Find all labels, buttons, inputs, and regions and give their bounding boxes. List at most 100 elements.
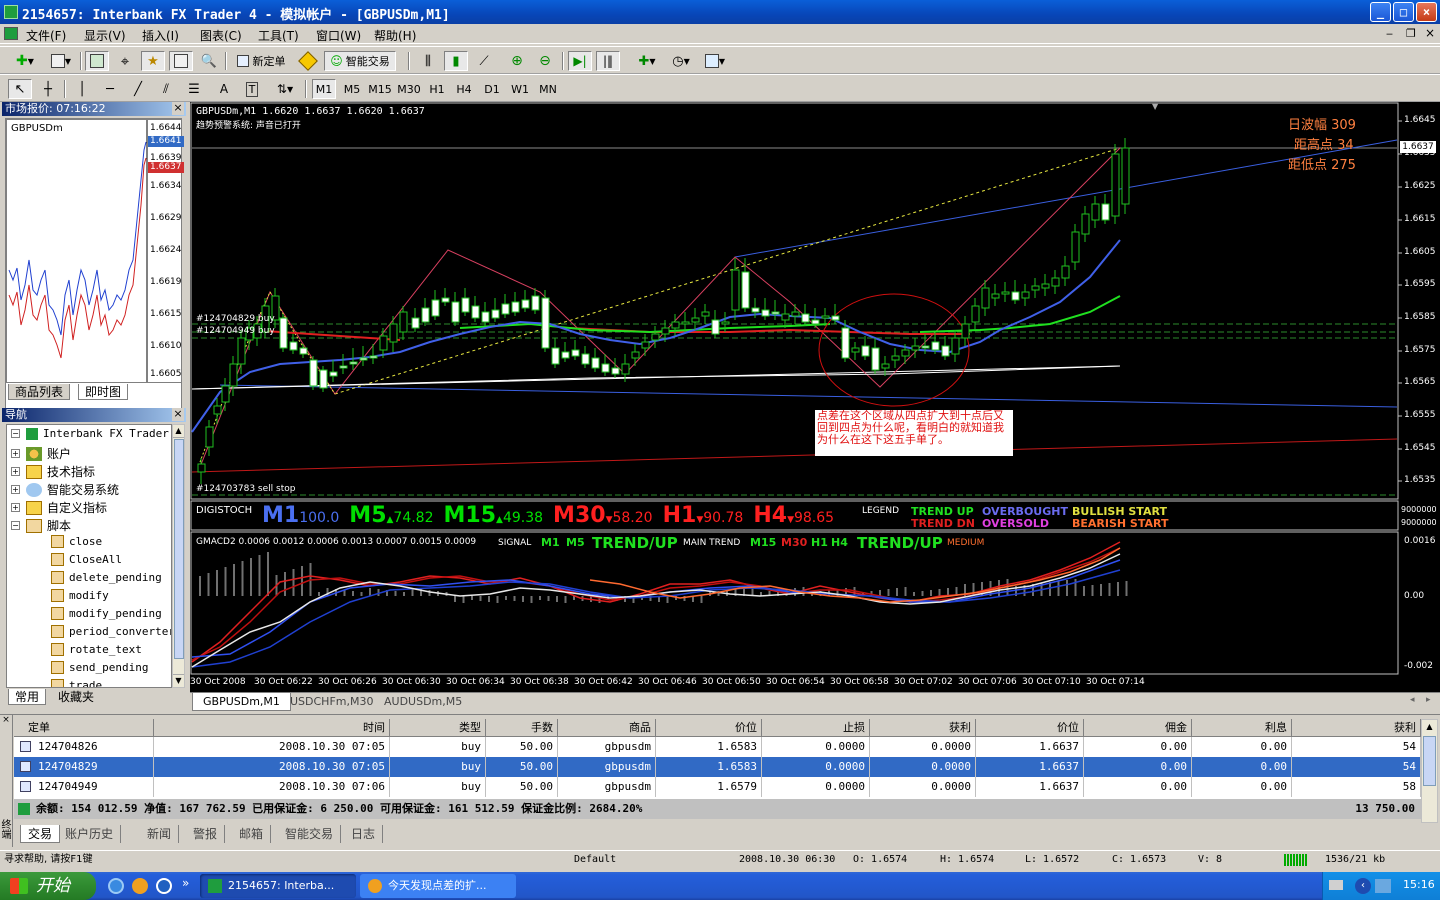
trendline-tool[interactable]: ╱ bbox=[126, 79, 150, 99]
tab-favorites[interactable]: 收藏夹 bbox=[52, 689, 100, 705]
channel-tool[interactable]: ⫽ bbox=[154, 79, 178, 99]
connection-icon[interactable] bbox=[1284, 854, 1308, 866]
column-header[interactable]: 价位 bbox=[976, 719, 1084, 737]
nav-script-send-pending[interactable]: send_pending bbox=[51, 661, 148, 674]
menu-file[interactable]: 文件(F) bbox=[26, 27, 66, 44]
chart-tab-audusd[interactable]: AUDUSDm,M5 bbox=[384, 693, 462, 711]
text-label-tool[interactable]: T bbox=[240, 79, 264, 99]
autoscroll-button[interactable]: ▶| bbox=[568, 51, 592, 71]
column-header[interactable]: 时间 bbox=[154, 719, 390, 737]
table-row[interactable]: 124704826 2008.10.30 07:05 buy 50.00 gbpusdm… bbox=[14, 737, 1421, 757]
terminal-tab-2[interactable]: 新闻 bbox=[140, 825, 180, 843]
chart-annotation[interactable]: 点差在这个区域从四点扩大到十点后又回到四点为什么呢，看明白的就知道我为什么在这下… bbox=[815, 410, 1013, 456]
cursor-tool[interactable]: ↖ bbox=[8, 79, 32, 99]
mdi-restore-button[interactable]: ❐ bbox=[1406, 27, 1416, 40]
order-label-124704949[interactable]: #124704949 buy bbox=[196, 326, 275, 336]
menu-view[interactable]: 显示(V) bbox=[84, 27, 126, 44]
table-row[interactable]: 124704829 2008.10.30 07:05 buy 50.00 gbpusdm… bbox=[14, 757, 1421, 777]
column-header[interactable]: 获利 bbox=[1292, 719, 1421, 737]
expert-advisors-button[interactable]: ☺ 智能交易 bbox=[324, 51, 396, 71]
maximize-button[interactable]: □ bbox=[1393, 2, 1414, 22]
menu-window[interactable]: 窗口(W) bbox=[316, 27, 361, 44]
periods-button[interactable]: ◷ ▼ bbox=[666, 51, 696, 71]
menu-insert[interactable]: 插入(I) bbox=[142, 27, 179, 44]
table-row[interactable]: 124704949 2008.10.30 07:06 buy 50.00 gbpusdm… bbox=[14, 777, 1421, 797]
browser-icon[interactable] bbox=[132, 878, 148, 894]
navigator-close-button[interactable]: × bbox=[172, 408, 184, 421]
terminal-tab-0[interactable]: 交易 bbox=[20, 825, 61, 843]
fibonacci-tool[interactable]: ☰ bbox=[182, 79, 206, 99]
menu-tools[interactable]: 工具(T) bbox=[258, 27, 299, 44]
navigator-toggle[interactable]: ★ bbox=[141, 51, 165, 71]
templates-button[interactable]: ▼ bbox=[700, 51, 730, 71]
menu-help[interactable]: 帮助(H) bbox=[374, 27, 416, 44]
chart-window[interactable]: GBPUSDm,M1 1.6620 1.6637 1.6620 1.6637 趋… bbox=[190, 102, 1440, 692]
close-button[interactable]: × bbox=[1416, 2, 1437, 22]
tray-expand-icon[interactable]: ‹ bbox=[1355, 878, 1371, 894]
chart-canvas[interactable] bbox=[190, 102, 1440, 692]
strategy-tester-button[interactable]: 🔍 bbox=[197, 51, 221, 71]
metaeditor-button[interactable] bbox=[296, 51, 320, 71]
market-watch-close-button[interactable]: × bbox=[172, 102, 184, 115]
nav-root[interactable]: − Interbank FX Trader 4 bbox=[11, 427, 171, 440]
tab-common[interactable]: 常用 bbox=[8, 689, 47, 705]
period-m1[interactable]: M1 bbox=[312, 79, 336, 99]
mdi-close-button[interactable]: × bbox=[1425, 26, 1435, 40]
order-label-124704829[interactable]: #124704829 buy bbox=[196, 314, 275, 324]
data-window-button[interactable]: ⌖ bbox=[113, 51, 137, 71]
horizontal-line-tool[interactable]: ─ bbox=[98, 79, 122, 99]
crosshair-tool[interactable]: ┼ bbox=[36, 79, 60, 99]
tab-symbols[interactable]: 商品列表 bbox=[8, 384, 71, 400]
app-icon[interactable] bbox=[4, 5, 18, 19]
task-mt4[interactable]: 2154657: Interba... bbox=[200, 874, 356, 898]
nav-script-period-converter[interactable]: period_converter bbox=[51, 625, 171, 638]
terminal-tab-1[interactable]: 账户历史 bbox=[58, 825, 122, 843]
terminal-scrollbar[interactable]: ▲ bbox=[1421, 719, 1438, 823]
new-order-button[interactable]: 新定单 bbox=[229, 51, 293, 71]
period-mn[interactable]: MN bbox=[536, 79, 560, 99]
chart-tab-scroll-left[interactable]: ◂ bbox=[1410, 695, 1415, 705]
candlestick-button[interactable]: ▮ bbox=[444, 51, 468, 71]
period-m5[interactable]: M5 bbox=[340, 79, 364, 99]
menu-charts[interactable]: 图表(C) bbox=[200, 27, 242, 44]
column-header[interactable]: 类型 bbox=[390, 719, 486, 737]
terminal-tab-3[interactable]: 警报 bbox=[186, 825, 226, 843]
column-header[interactable]: 商品 bbox=[558, 719, 656, 737]
column-header[interactable]: 获利 bbox=[870, 719, 976, 737]
network-icon[interactable] bbox=[1375, 879, 1391, 893]
column-header[interactable]: 佣金 bbox=[1084, 719, 1192, 737]
chart-shift-button[interactable]: |‖ bbox=[596, 51, 620, 71]
column-header[interactable]: 手数 bbox=[486, 719, 558, 737]
bar-chart-button[interactable]: ⫼ bbox=[416, 51, 440, 71]
chart-shift-marker[interactable]: ▼ bbox=[1152, 102, 1162, 111]
terminal-tab-4[interactable]: 邮箱 bbox=[232, 825, 272, 843]
nav-accounts[interactable]: + 账户 bbox=[11, 445, 71, 462]
nav-script-modify[interactable]: modify bbox=[51, 589, 109, 602]
keyboard-icon[interactable] bbox=[1329, 880, 1343, 890]
indicators-button[interactable]: ✚ ▼ bbox=[632, 51, 662, 71]
order-label-124703783[interactable]: #124703783 sell stop bbox=[196, 484, 295, 494]
doc-icon[interactable] bbox=[4, 27, 18, 40]
text-tool[interactable]: A bbox=[212, 79, 236, 99]
terminal-tab-6[interactable]: 日志 bbox=[344, 825, 384, 843]
period-m30[interactable]: M30 bbox=[395, 79, 423, 99]
column-header[interactable]: 价位 bbox=[656, 719, 762, 737]
line-chart-button[interactable]: ⟋ bbox=[472, 51, 496, 71]
period-m15[interactable]: M15 bbox=[366, 79, 394, 99]
mdi-minimize-button[interactable]: ‒ bbox=[1386, 27, 1393, 40]
navigator-scrollbar[interactable]: ▲ ▼ bbox=[172, 424, 185, 688]
period-h1[interactable]: H1 bbox=[425, 79, 449, 99]
period-w1[interactable]: W1 bbox=[508, 79, 532, 99]
ie-icon[interactable] bbox=[108, 878, 124, 894]
nav-custom-indicators[interactable]: + 自定义指标 bbox=[11, 499, 107, 516]
zoom-out-button[interactable]: ⊖ bbox=[533, 51, 557, 71]
nav-expert-advisors[interactable]: + 智能交易系统 bbox=[11, 481, 119, 498]
column-header[interactable]: 止损 bbox=[762, 719, 870, 737]
minimize-button[interactable]: _ bbox=[1370, 2, 1391, 22]
nav-indicators[interactable]: + 技术指标 bbox=[11, 463, 95, 480]
nav-scripts[interactable]: − 脚本 bbox=[11, 517, 71, 534]
start-button[interactable]: 开始 bbox=[0, 872, 96, 900]
column-header[interactable]: 定单 bbox=[14, 719, 154, 737]
zoom-in-button[interactable]: ⊕ bbox=[505, 51, 529, 71]
nav-script-rotate-text[interactable]: rotate_text bbox=[51, 643, 142, 656]
